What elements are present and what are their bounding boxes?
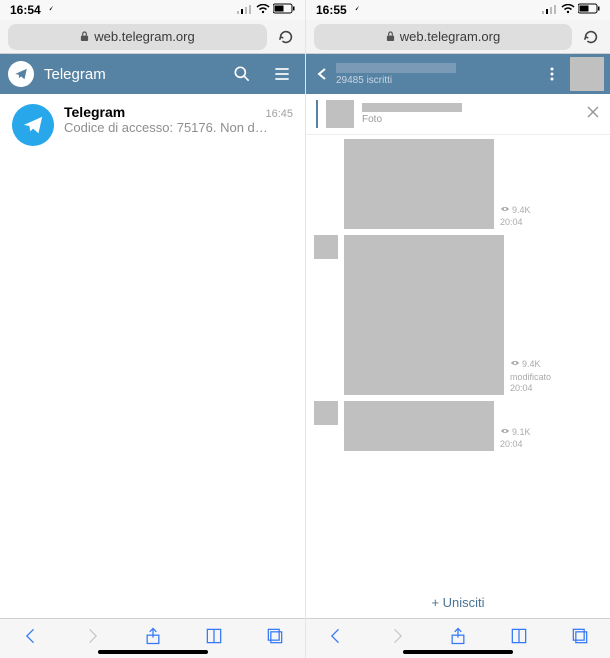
- tabs-button[interactable]: [570, 626, 590, 651]
- battery-icon: [273, 3, 295, 17]
- message-meta: 9.4Kmodificato20:04: [510, 358, 551, 395]
- share-button[interactable]: [448, 626, 468, 651]
- join-button[interactable]: + Unisciti: [306, 587, 610, 618]
- chat-item-preview: Codice di accesso: 75176. Non d…: [64, 120, 293, 135]
- telegram-header: Telegram: [0, 54, 305, 94]
- back-button[interactable]: [326, 626, 346, 651]
- address-pill[interactable]: web.telegram.org: [314, 24, 572, 50]
- chat-avatar: [12, 104, 54, 146]
- pinned-subtitle: Foto: [362, 114, 578, 125]
- message-avatar: [314, 139, 338, 163]
- channel-avatar[interactable]: [570, 57, 604, 91]
- bookmarks-button[interactable]: [509, 626, 529, 651]
- signal-icon: [237, 3, 253, 17]
- close-pinned-button[interactable]: [586, 105, 600, 124]
- signal-icon: [542, 3, 558, 17]
- location-icon: [351, 3, 360, 17]
- pinned-message[interactable]: Foto: [306, 94, 610, 135]
- chat-header: 29485 iscritti: [306, 54, 610, 94]
- message-avatar: [314, 235, 338, 259]
- bookmarks-button[interactable]: [204, 626, 224, 651]
- pinned-title-redacted: [362, 103, 462, 112]
- url-bar: web.telegram.org: [0, 20, 305, 54]
- search-button[interactable]: [227, 64, 257, 84]
- pinned-bar: [316, 100, 318, 128]
- lock-icon: [80, 31, 89, 42]
- home-indicator: [98, 650, 208, 654]
- chat-list-item[interactable]: Telegram 16:45 Codice di accesso: 75176.…: [0, 94, 305, 156]
- more-button[interactable]: [540, 66, 564, 82]
- message-avatar: [314, 401, 338, 425]
- battery-icon: [578, 3, 600, 17]
- status-bar: 16:55: [306, 0, 610, 20]
- wifi-icon: [256, 3, 270, 17]
- message-row[interactable]: 9.4Kmodificato20:04: [314, 235, 602, 395]
- url-bar: web.telegram.org: [306, 20, 610, 54]
- forward-button[interactable]: [387, 626, 407, 651]
- forward-button[interactable]: [82, 626, 102, 651]
- message-meta: 9.4K20:04: [500, 204, 531, 229]
- back-button[interactable]: [21, 626, 41, 651]
- message-row[interactable]: 9.4K20:04: [314, 139, 602, 229]
- chat-body: Foto 9.4K20:04 9.4Kmodificato20:04 9.1K20:…: [306, 94, 610, 618]
- url-text: web.telegram.org: [94, 29, 194, 44]
- channel-name-redacted: [336, 63, 456, 73]
- message-image[interactable]: [344, 139, 494, 229]
- url-text: web.telegram.org: [400, 29, 500, 44]
- location-icon: [45, 3, 54, 17]
- phone-left: 16:54 web.telegram.org Telegram Telegram…: [0, 0, 305, 658]
- address-pill[interactable]: web.telegram.org: [8, 24, 267, 50]
- status-bar: 16:54: [0, 0, 305, 20]
- status-time: 16:55: [316, 3, 347, 17]
- menu-button[interactable]: [267, 64, 297, 84]
- message-meta: 9.1K20:04: [500, 426, 531, 451]
- share-button[interactable]: [143, 626, 163, 651]
- empty-area: [0, 156, 305, 618]
- message-row[interactable]: 9.1K20:04: [314, 401, 602, 451]
- message-image[interactable]: [344, 401, 494, 451]
- chat-item-name: Telegram: [64, 104, 125, 120]
- messages-list[interactable]: 9.4K20:04 9.4Kmodificato20:04 9.1K20:04: [306, 135, 610, 587]
- wifi-icon: [561, 3, 575, 17]
- message-image[interactable]: [344, 235, 504, 395]
- chat-item-time: 16:45: [265, 108, 293, 120]
- status-time: 16:54: [10, 3, 41, 17]
- subscribers-count: 29485 iscritti: [336, 75, 540, 86]
- app-title: Telegram: [44, 66, 217, 83]
- chat-title-block[interactable]: 29485 iscritti: [336, 63, 540, 86]
- home-indicator: [403, 650, 513, 654]
- telegram-logo-icon[interactable]: [8, 61, 34, 87]
- phone-right: 16:55 web.telegram.org 29485 iscritti: [305, 0, 610, 658]
- tabs-button[interactable]: [265, 626, 285, 651]
- reload-button[interactable]: [275, 28, 297, 46]
- back-button[interactable]: [312, 67, 332, 81]
- reload-button[interactable]: [580, 28, 602, 46]
- lock-icon: [386, 31, 395, 42]
- pinned-thumbnail: [326, 100, 354, 128]
